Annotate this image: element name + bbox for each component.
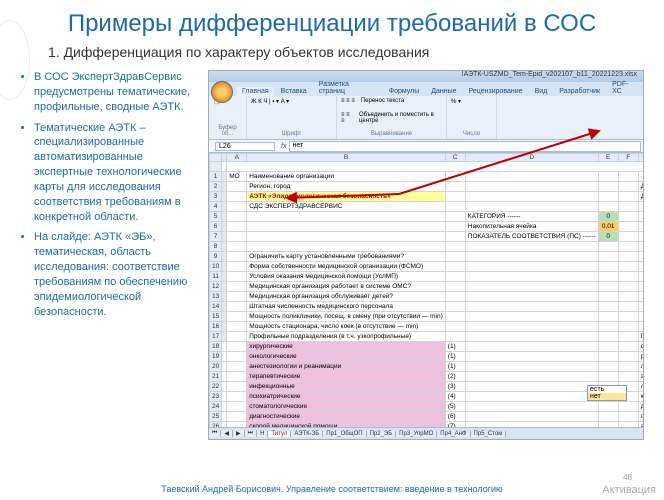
bullet-list: В СОС ЭкспертЗдравСервис предусмотрены т… xyxy=(20,70,200,440)
sheet-tab[interactable]: Пр1_ОбщОП xyxy=(323,431,366,437)
tab-home[interactable]: Главная xyxy=(237,87,274,96)
dropdown-option[interactable]: нет xyxy=(588,393,626,400)
cell-dropdown[interactable]: есть нет xyxy=(587,385,627,401)
sheet-tabs: ⏮ ◀ ▶ ⏭ Н Титул АЭТК-ЗБ Пр1_ОбщОП Пр2_ЭБ… xyxy=(209,427,643,439)
nav-next-icon[interactable]: ▶ xyxy=(233,430,245,437)
fx-icon[interactable]: fx xyxy=(281,143,286,150)
font-controls[interactable]: Ж К Ч | ▪ ▾ A ▾ xyxy=(251,98,332,105)
slide-subtitle: 1. Дифференциация по характеру объектов … xyxy=(48,44,644,60)
ribbon-tabs: Главная Вставка Разметка страниц Формулы… xyxy=(209,82,643,96)
tab-insert[interactable]: Вставка xyxy=(276,87,312,96)
merge-center[interactable]: Объединить и поместить в центре xyxy=(359,112,442,124)
bullet-item: На слайде: АЭТК «ЭБ», тематическая, обла… xyxy=(34,230,200,319)
tab-data[interactable]: Данные xyxy=(426,87,461,96)
formula-input[interactable]: нет xyxy=(289,141,641,152)
sheet-tab[interactable]: Н xyxy=(257,431,268,437)
name-box[interactable]: L26 xyxy=(215,142,275,151)
ribbon: 📋Буфер об... Ж К Ч | ▪ ▾ A ▾Шрифт ≡ ≡ ≡П… xyxy=(209,96,643,140)
tab-formulas[interactable]: Формулы xyxy=(384,87,424,96)
tab-pdf[interactable]: PDF-XC xyxy=(607,80,643,96)
spreadsheet-grid[interactable]: ABCDEFGHIJKLMДанные для сводного реестра… xyxy=(209,153,643,440)
sheet-tab[interactable]: Пр3_УпрМО xyxy=(396,431,437,437)
bullet-item: В СОС ЭкспертЗдравСервис предусмотрены т… xyxy=(34,70,200,115)
sheet-tab[interactable]: Пр5_Стом xyxy=(471,431,507,437)
dropdown-option[interactable]: есть xyxy=(588,386,626,393)
tab-layout[interactable]: Разметка страниц xyxy=(314,80,382,96)
sheet-tab[interactable]: АЭТК-ЗБ xyxy=(291,431,323,437)
titlebar: !АЭТК-USZMD_Tem-Epid_v202107_b11_2022122… xyxy=(209,71,643,82)
excel-window: !АЭТК-USZMD_Tem-Epid_v202107_b11_2022122… xyxy=(208,70,644,440)
file-path: !АЭТК-USZMD_Tem-Epid_v202107_b11_2022122… xyxy=(462,71,637,78)
sheet-tab[interactable]: Пр4_АнФ xyxy=(437,431,470,437)
tab-developer[interactable]: Разработчик xyxy=(554,87,605,96)
nav-first-icon[interactable]: ⏮ xyxy=(209,430,221,437)
formula-bar: L26 fx нет xyxy=(209,140,643,153)
footer-text: Таевский Андрей Борисович. Управление со… xyxy=(20,484,644,494)
nav-last-icon[interactable]: ⏭ xyxy=(245,430,257,437)
sheet-tab[interactable]: Пр2_ЭБ xyxy=(367,431,397,437)
page-number: 48 xyxy=(623,473,632,482)
nav-prev-icon[interactable]: ◀ xyxy=(221,430,233,437)
sheet-tab[interactable]: Титул xyxy=(268,431,291,437)
office-button[interactable] xyxy=(211,81,233,103)
tab-review[interactable]: Рецензирование xyxy=(464,87,528,96)
bullet-item: Тематические АЭТК – специализированные а… xyxy=(34,121,200,225)
number-format[interactable]: % ▾ xyxy=(451,98,492,105)
tab-view[interactable]: Вид xyxy=(530,87,553,96)
wrap-text[interactable]: Перенос текста xyxy=(361,98,404,104)
activation-watermark: Активация xyxy=(602,484,656,496)
slide-title: Примеры дифференциации требований в СОС xyxy=(20,10,644,38)
